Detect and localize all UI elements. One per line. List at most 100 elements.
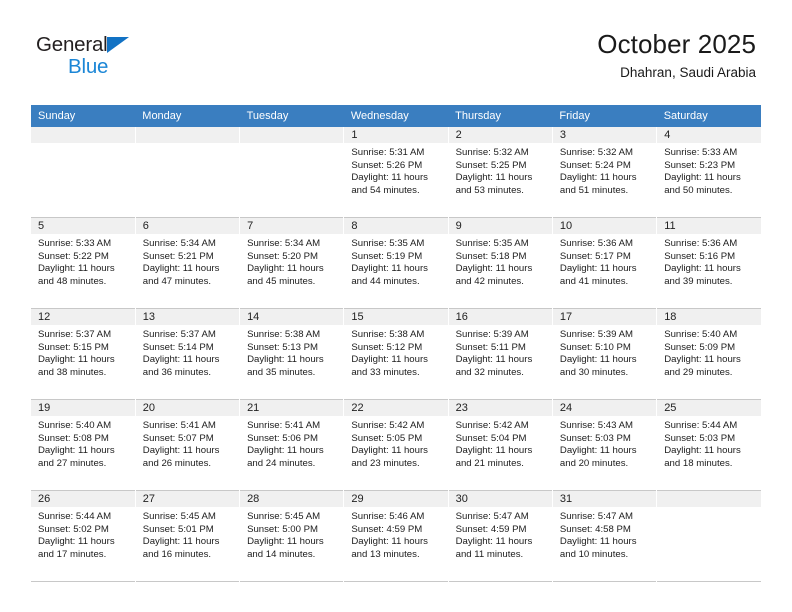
day-details: Sunrise: 5:45 AM Sunset: 5:01 PM Daylight:… bbox=[136, 507, 239, 561]
weekday-header-saturday: Saturday bbox=[656, 105, 761, 127]
sunset-text: Sunset: 5:00 PM bbox=[247, 523, 318, 535]
day-details: Sunrise: 5:42 AM Sunset: 5:04 PM Daylight:… bbox=[449, 416, 552, 470]
daylight-text-line1: Daylight: 11 hours bbox=[455, 354, 533, 366]
calendar-day-cell[interactable]: 26 Sunrise: 5:44 AM Sunset: 5:02 PM Dayligh… bbox=[31, 490, 136, 582]
calendar-table: Sunday Monday Tuesday Wednesday Thursday… bbox=[31, 105, 761, 582]
day-number bbox=[135, 127, 240, 143]
day-details: Sunrise: 5:34 AM Sunset: 5:21 PM Daylight:… bbox=[136, 234, 239, 288]
calendar-week-row: 12 Sunrise: 5:37 AM Sunset: 5:15 PM Dayligh… bbox=[31, 308, 761, 400]
calendar-day-cell[interactable]: 12 Sunrise: 5:37 AM Sunset: 5:15 PM Dayligh… bbox=[31, 308, 136, 400]
calendar-day-cell[interactable]: 3 Sunrise: 5:32 AM Sunset: 5:24 PM Daylight… bbox=[552, 127, 658, 218]
sunrise-text: Sunrise: 5:33 AM bbox=[664, 147, 738, 158]
daylight-text-line1: Daylight: 11 hours bbox=[142, 536, 220, 548]
day-number: 6 bbox=[135, 218, 240, 234]
calendar-day-cell[interactable]: 17 Sunrise: 5:39 AM Sunset: 5:10 PM Dayligh… bbox=[552, 308, 658, 400]
calendar-day-cell[interactable]: 10 Sunrise: 5:36 AM Sunset: 5:17 PM Dayligh… bbox=[552, 217, 658, 309]
calendar-day-cell[interactable]: 2 Sunrise: 5:32 AM Sunset: 5:25 PM Daylight… bbox=[448, 127, 553, 218]
calendar-day-cell[interactable]: 5 Sunrise: 5:33 AM Sunset: 5:22 PM Daylight… bbox=[31, 217, 136, 309]
sunrise-text: Sunrise: 5:38 AM bbox=[247, 329, 321, 340]
calendar-day-cell[interactable]: 27 Sunrise: 5:45 AM Sunset: 5:01 PM Dayligh… bbox=[135, 490, 241, 582]
day-cell-content: 15 Sunrise: 5:38 AM Sunset: 5:12 PM Dayligh… bbox=[344, 309, 448, 399]
sunset-text: Sunset: 5:24 PM bbox=[559, 159, 631, 171]
calendar-day-cell[interactable]: 13 Sunrise: 5:37 AM Sunset: 5:14 PM Dayligh… bbox=[135, 308, 241, 400]
daylight-text-line2: and 54 minutes. bbox=[351, 184, 420, 196]
day-number: 21 bbox=[240, 400, 344, 416]
sunrise-text: Sunrise: 5:35 AM bbox=[455, 238, 529, 249]
calendar-day-cell[interactable]: 8 Sunrise: 5:35 AM Sunset: 5:19 PM Daylight… bbox=[343, 217, 449, 309]
day-details: Sunrise: 5:36 AM Sunset: 5:16 PM Daylight:… bbox=[657, 234, 761, 288]
daylight-text-line1: Daylight: 11 hours bbox=[351, 445, 428, 457]
daylight-text-line1: Daylight: 11 hours bbox=[559, 354, 637, 366]
day-details: Sunrise: 5:38 AM Sunset: 5:12 PM Daylight:… bbox=[344, 325, 447, 379]
daylight-text-line1: Daylight: 11 hours bbox=[247, 263, 324, 275]
day-cell-content: 27 Sunrise: 5:45 AM Sunset: 5:01 PM Dayligh… bbox=[135, 491, 240, 581]
day-details: Sunrise: 5:41 AM Sunset: 5:06 PM Daylight:… bbox=[240, 416, 343, 470]
calendar-day-cell[interactable]: 14 Sunrise: 5:38 AM Sunset: 5:13 PM Dayligh… bbox=[239, 308, 345, 400]
daylight-text-line1: Daylight: 11 hours bbox=[38, 354, 115, 366]
day-cell-content: 8 Sunrise: 5:35 AM Sunset: 5:19 PM Daylight… bbox=[344, 218, 448, 308]
day-cell-content: 30 Sunrise: 5:47 AM Sunset: 4:59 PM Dayligh… bbox=[448, 491, 552, 581]
calendar-day-cell[interactable]: 25 Sunrise: 5:44 AM Sunset: 5:03 PM Dayligh… bbox=[657, 400, 761, 491]
sunset-text: Sunset: 5:03 PM bbox=[559, 432, 631, 444]
daylight-text-line2: and 53 minutes. bbox=[455, 184, 524, 196]
daylight-text-line2: and 47 minutes. bbox=[142, 275, 212, 287]
sunset-text: Sunset: 5:23 PM bbox=[664, 159, 736, 171]
day-details: Sunrise: 5:39 AM Sunset: 5:10 PM Daylight:… bbox=[553, 325, 656, 379]
day-number: 18 bbox=[657, 309, 761, 325]
calendar-day-cell[interactable]: 28 Sunrise: 5:45 AM Sunset: 5:00 PM Dayligh… bbox=[239, 490, 345, 582]
day-number: 24 bbox=[552, 400, 657, 416]
calendar-day-cell[interactable]: 11 Sunrise: 5:36 AM Sunset: 5:16 PM Dayligh… bbox=[657, 218, 761, 309]
daylight-text-line2: and 36 minutes. bbox=[142, 366, 212, 378]
calendar-day-cell[interactable]: 19 Sunrise: 5:40 AM Sunset: 5:08 PM Dayligh… bbox=[31, 399, 136, 491]
sunset-text: Sunset: 5:22 PM bbox=[38, 250, 109, 262]
daylight-text-line2: and 29 minutes. bbox=[664, 366, 733, 378]
calendar-day-cell[interactable] bbox=[239, 127, 345, 218]
generalblue-logo[interactable]: General Blue bbox=[36, 34, 196, 82]
sunrise-text: Sunrise: 5:37 AM bbox=[142, 329, 216, 340]
calendar-day-cell[interactable]: 21 Sunrise: 5:41 AM Sunset: 5:06 PM Dayligh… bbox=[239, 399, 345, 491]
calendar-day-cell[interactable] bbox=[657, 491, 761, 582]
calendar-container: Sunday Monday Tuesday Wednesday Thursday… bbox=[31, 105, 761, 582]
daylight-text-line2: and 10 minutes. bbox=[559, 548, 629, 560]
calendar-day-cell[interactable] bbox=[135, 127, 241, 218]
calendar-day-cell[interactable]: 7 Sunrise: 5:34 AM Sunset: 5:20 PM Daylight… bbox=[239, 217, 345, 309]
sunset-text: Sunset: 4:59 PM bbox=[351, 523, 423, 535]
daylight-text-line2: and 51 minutes. bbox=[559, 184, 629, 196]
sunset-text: Sunset: 5:18 PM bbox=[455, 250, 527, 262]
day-number: 2 bbox=[448, 127, 552, 143]
day-cell-content: 7 Sunrise: 5:34 AM Sunset: 5:20 PM Daylight… bbox=[240, 218, 344, 308]
calendar-day-cell[interactable]: 9 Sunrise: 5:35 AM Sunset: 5:18 PM Daylight… bbox=[448, 217, 553, 309]
calendar-day-cell[interactable]: 29 Sunrise: 5:46 AM Sunset: 4:59 PM Dayligh… bbox=[343, 490, 449, 582]
logo-text-general: General bbox=[36, 33, 108, 56]
sunset-text: Sunset: 5:13 PM bbox=[247, 341, 318, 353]
calendar-day-cell[interactable]: 23 Sunrise: 5:42 AM Sunset: 5:04 PM Dayligh… bbox=[448, 399, 553, 491]
daylight-text-line1: Daylight: 11 hours bbox=[38, 445, 115, 457]
day-cell-content: 1 Sunrise: 5:31 AM Sunset: 5:26 PM Daylight… bbox=[344, 127, 448, 217]
calendar-day-cell[interactable]: 6 Sunrise: 5:34 AM Sunset: 5:21 PM Daylight… bbox=[135, 217, 241, 309]
calendar-day-cell[interactable]: 4 Sunrise: 5:33 AM Sunset: 5:23 PM Daylight… bbox=[657, 127, 761, 218]
calendar-day-cell[interactable] bbox=[31, 127, 136, 218]
calendar-week-row: 5 Sunrise: 5:33 AM Sunset: 5:22 PM Daylight… bbox=[31, 217, 761, 309]
day-number: 7 bbox=[240, 218, 344, 234]
calendar-day-cell[interactable]: 16 Sunrise: 5:39 AM Sunset: 5:11 PM Dayligh… bbox=[448, 308, 553, 400]
calendar-day-cell[interactable]: 18 Sunrise: 5:40 AM Sunset: 5:09 PM Dayligh… bbox=[657, 309, 761, 400]
daylight-text-line1: Daylight: 11 hours bbox=[351, 263, 428, 275]
calendar-day-cell[interactable]: 24 Sunrise: 5:43 AM Sunset: 5:03 PM Dayligh… bbox=[552, 399, 658, 491]
daylight-text-line2: and 18 minutes. bbox=[664, 457, 733, 469]
day-details: Sunrise: 5:43 AM Sunset: 5:03 PM Daylight:… bbox=[553, 416, 656, 470]
calendar-day-cell[interactable]: 31 Sunrise: 5:47 AM Sunset: 4:58 PM Dayligh… bbox=[552, 490, 658, 582]
sunset-text: Sunset: 5:02 PM bbox=[38, 523, 109, 535]
calendar-page: General Blue October 2025 Dhahran, Saudi… bbox=[0, 0, 792, 612]
calendar-body: 1 Sunrise: 5:31 AM Sunset: 5:26 PM Daylight… bbox=[31, 127, 761, 582]
calendar-day-cell[interactable]: 15 Sunrise: 5:38 AM Sunset: 5:12 PM Dayligh… bbox=[343, 308, 449, 400]
calendar-day-cell[interactable]: 1 Sunrise: 5:31 AM Sunset: 5:26 PM Daylight… bbox=[343, 127, 449, 218]
logo-text-blue: Blue bbox=[68, 55, 109, 78]
title-block: October 2025 Dhahran, Saudi Arabia bbox=[597, 28, 756, 83]
daylight-text-line2: and 42 minutes. bbox=[455, 275, 524, 287]
day-cell-empty bbox=[240, 127, 344, 217]
calendar-day-cell[interactable]: 22 Sunrise: 5:42 AM Sunset: 5:05 PM Dayligh… bbox=[343, 399, 449, 491]
calendar-day-cell[interactable]: 20 Sunrise: 5:41 AM Sunset: 5:07 PM Dayligh… bbox=[135, 399, 241, 491]
calendar-day-cell[interactable]: 30 Sunrise: 5:47 AM Sunset: 4:59 PM Dayligh… bbox=[448, 490, 553, 582]
daylight-text-line1: Daylight: 11 hours bbox=[559, 172, 637, 184]
daylight-text-line1: Daylight: 11 hours bbox=[247, 536, 324, 548]
